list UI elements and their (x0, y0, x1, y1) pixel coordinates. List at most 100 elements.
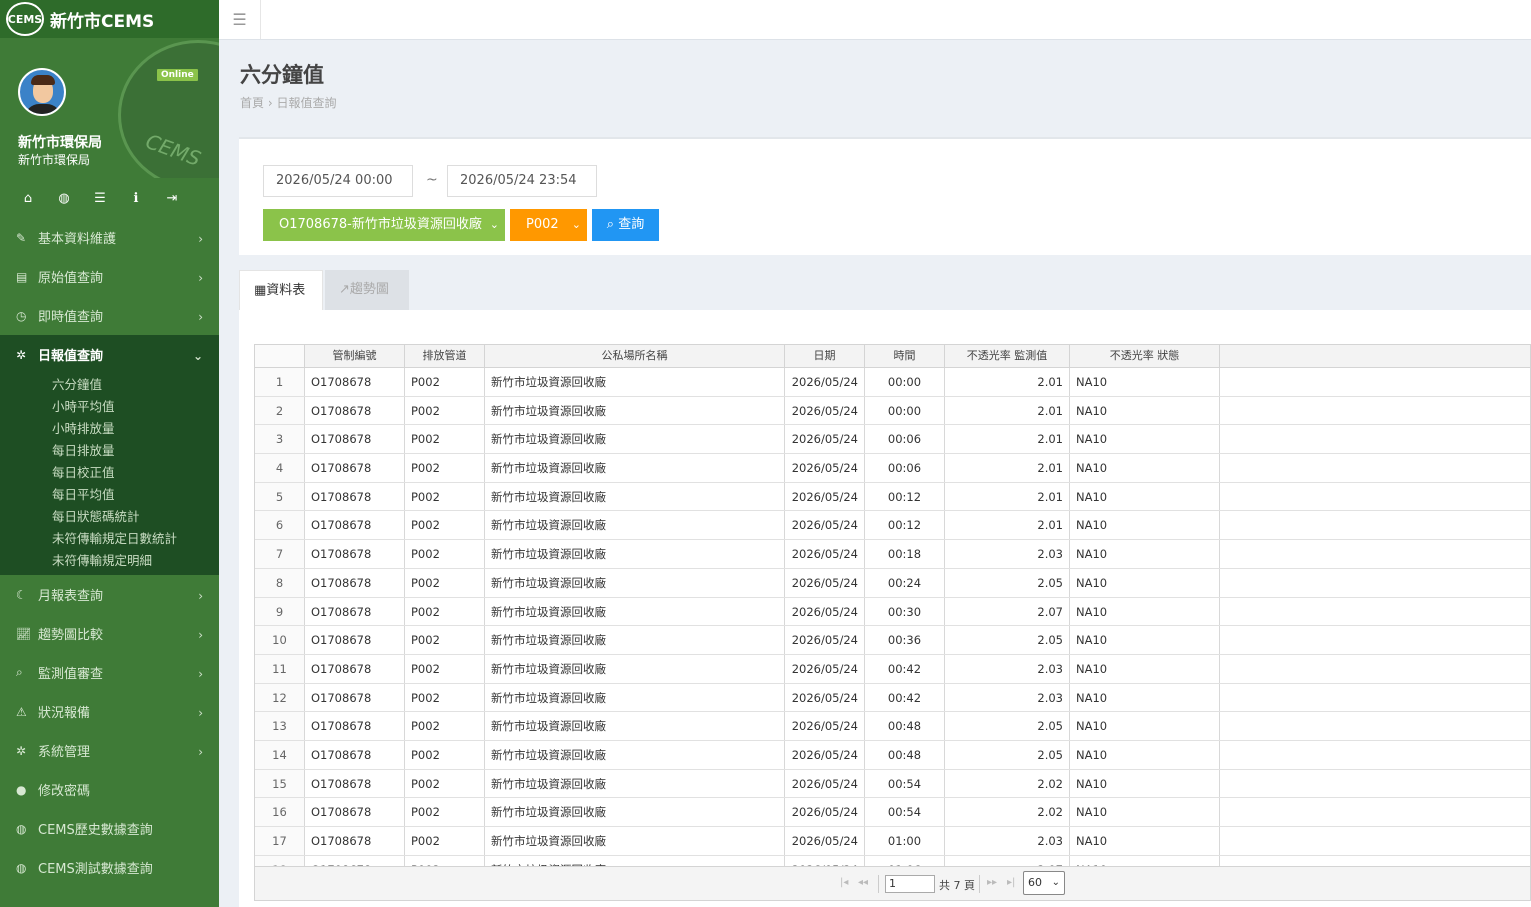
list-icon[interactable]: ☰ (82, 191, 118, 206)
first-page-icon[interactable]: |◂ (840, 877, 848, 888)
cell-opacity-status: NA10 (1070, 798, 1220, 826)
next-page-icon[interactable]: ▸▸ (987, 877, 997, 888)
start-datetime-input[interactable]: 2026/05/24 00:00 (263, 165, 413, 197)
table-row[interactable]: 13 O1708678 P002 新竹市垃圾資源回收廠 2026/05/24 00:48 2… (255, 712, 1530, 741)
cell-time: 00:54 (865, 769, 945, 798)
pipe-select[interactable]: P002 ⌄ (510, 209, 587, 241)
app-title: 新竹市CEMS (50, 11, 155, 32)
table-row[interactable]: 14 O1708678 P002 新竹市垃圾資源回收廠 2026/05/24 00:48 2… (255, 740, 1530, 770)
table-row[interactable]: 17 O1708678 P002 新竹市垃圾資源回收廠 2026/05/24 01:00 2… (255, 827, 1530, 856)
online-badge: Online (157, 69, 198, 81)
chevron-right-icon: › (198, 232, 203, 246)
chevron-down-icon: ⌄ (1051, 877, 1060, 888)
table-row[interactable]: 1 O1708678 P002 新竹市垃圾資源回收廠 2026/05/24 00:00 2.… (255, 368, 1530, 397)
table-row[interactable]: 7 O1708678 P002 新竹市垃圾資源回收廠 2026/05/24 00:18 2.… (255, 540, 1530, 569)
sidebar: CEMS 新竹市CEMS CEMS Online 新竹市環保局 新竹市環保局 ⌂… (0, 0, 219, 907)
tab-trend-chart[interactable]: ↗趨勢圖 (325, 270, 409, 310)
table-row[interactable]: 9 O1708678 P002 新竹市垃圾資源回收廠 2026/05/24 00:30 2.… (255, 597, 1530, 627)
logout-icon[interactable]: ⇥ (154, 191, 190, 206)
breadcrumb-home[interactable]: 首頁 (240, 96, 264, 110)
last-page-icon[interactable]: ▸| (1007, 877, 1015, 888)
sidebar-item-value-review[interactable]: ⌕ 監測值審查 › (0, 653, 219, 692)
table-row[interactable]: 3 O1708678 P002 新竹市垃圾資源回收廠 2026/05/24 00:06 2.… (255, 425, 1530, 455)
query-button[interactable]: ⌕ 查詢 (592, 209, 659, 241)
home-icon[interactable]: ⌂ (10, 191, 46, 206)
prev-page-icon[interactable]: ◂◂ (858, 877, 868, 888)
sidebar-item-cems-test[interactable]: ◍ CEMS測試數據查詢 (0, 848, 219, 887)
table-row[interactable]: 15 O1708678 P002 新竹市垃圾資源回收廠 2026/05/24 00:54 2… (255, 769, 1530, 799)
brand[interactable]: CEMS 新竹市CEMS (0, 0, 219, 38)
column-header-facility[interactable]: 公私場所名稱 (485, 345, 785, 367)
submenu-item-six-minute[interactable]: 六分鐘值 (52, 374, 219, 396)
column-header-time[interactable]: 時間 (865, 345, 945, 367)
cell-control-id: O1708678 (305, 425, 405, 454)
warning-icon: ⚠ (16, 704, 27, 719)
column-header-opacity-value[interactable]: 不透光率 監測值 (945, 345, 1070, 367)
factory-select-value: O1708678-新竹市垃圾資源回收廠 (279, 217, 482, 232)
table-row[interactable]: 8 O1708678 P002 新竹市垃圾資源回收廠 2026/05/24 00:24 2.… (255, 568, 1530, 598)
row-index: 2 (255, 396, 305, 425)
cell-pipe: P002 (405, 626, 485, 654)
sidebar-item-cems-history[interactable]: ◍ CEMS歷史數據查詢 (0, 809, 219, 848)
sidebar-item-monthly-report[interactable]: ☾ 月報表查詢 › (0, 575, 219, 614)
cell-control-id: O1708678 (305, 740, 405, 769)
table-row[interactable]: 10 O1708678 P002 新竹市垃圾資源回收廠 2026/05/24 00:36 2… (255, 626, 1530, 655)
cell-pipe: P002 (405, 827, 485, 855)
submenu-item-hourly-average[interactable]: 小時平均值 (52, 396, 219, 418)
globe-icon[interactable]: ◍ (46, 191, 82, 206)
cell-control-id: O1708678 (305, 511, 405, 540)
submenu-item-status-code-stats[interactable]: 每日狀態碼統計 (52, 506, 219, 528)
submenu-item-noncompliance-days[interactable]: 未符傳輸規定日數統計 (52, 528, 219, 550)
table-row[interactable]: 5 O1708678 P002 新竹市垃圾資源回收廠 2026/05/24 00:12 2.… (255, 482, 1530, 512)
sidebar-item-raw-query[interactable]: ▤ 原始值查詢 › (0, 257, 219, 296)
sidebar-item-system-admin[interactable]: ✲ 系統管理 › (0, 731, 219, 770)
chevron-right-icon: › (198, 271, 203, 285)
sidebar-item-trend-compare[interactable]: 📈︎ 趨勢圖比較 › (0, 614, 219, 653)
menu-toggle-icon[interactable]: ☰ (219, 0, 261, 39)
page-size-select[interactable]: 60 ⌄ (1023, 871, 1065, 895)
table-row[interactable]: 6 O1708678 P002 新竹市垃圾資源回收廠 2026/05/24 00:12 2.… (255, 511, 1530, 541)
cell-opacity-status: NA10 (1070, 683, 1220, 712)
sidebar-item-status-report[interactable]: ⚠ 狀況報備 › (0, 692, 219, 731)
submenu-item-daily-calibration[interactable]: 每日校正值 (52, 462, 219, 484)
end-datetime-input[interactable]: 2026/05/24 23:54 (447, 165, 597, 197)
column-header-date[interactable]: 日期 (785, 345, 865, 367)
submenu-item-daily-average[interactable]: 每日平均值 (52, 484, 219, 506)
sidebar-item-realtime-query[interactable]: ◷ 即時值查詢 › (0, 296, 219, 335)
chevron-right-icon: › (198, 310, 203, 324)
column-header-opacity-status[interactable]: 不透光率 狀態 (1070, 345, 1220, 367)
sidebar-item-change-password[interactable]: ● 修改密碼 (0, 770, 219, 809)
page-title: 六分鐘值 (240, 63, 324, 87)
table-row[interactable]: 12 O1708678 P002 新竹市垃圾資源回收廠 2026/05/24 00:42 2… (255, 683, 1530, 713)
page-number-input[interactable]: 1 (885, 875, 935, 893)
table-row[interactable]: 2 O1708678 P002 新竹市垃圾資源回收廠 2026/05/24 00:00 2.… (255, 396, 1530, 426)
column-header-pipe[interactable]: 排放管道 (405, 345, 485, 367)
info-icon[interactable]: ℹ (118, 191, 154, 206)
sidebar-item-basic-data[interactable]: ✎ 基本資料維護 › (0, 218, 219, 257)
edit-icon: ✎ (16, 230, 27, 245)
factory-select[interactable]: O1708678-新竹市垃圾資源回收廠 ⌄ (263, 209, 505, 241)
submenu-item-daily-emission[interactable]: 每日排放量 (52, 440, 219, 462)
sidebar-item-daily-report[interactable]: ✲ 日報值查詢 ⌄ (0, 335, 219, 374)
cell-opacity-status: NA10 (1070, 654, 1220, 683)
table-row[interactable]: 4 O1708678 P002 新竹市垃圾資源回收廠 2026/05/24 00:06 2.… (255, 454, 1530, 483)
cell-opacity-status: NA10 (1070, 769, 1220, 798)
cell-time: 00:00 (865, 368, 945, 396)
table-row[interactable]: 16 O1708678 P002 新竹市垃圾資源回收廠 2026/05/24 00:54 2… (255, 798, 1530, 827)
table-row[interactable]: 11 O1708678 P002 新竹市垃圾資源回收廠 2026/05/24 00:42 2… (255, 654, 1530, 684)
line-chart-icon: ↗ (339, 282, 350, 297)
submenu-item-hourly-emission[interactable]: 小時排放量 (52, 418, 219, 440)
query-button-label: 查詢 (618, 217, 645, 232)
cell-opacity-status: NA10 (1070, 396, 1220, 425)
column-header-control-id[interactable]: 管制編號 (305, 345, 405, 367)
chevron-down-icon: ⌄ (489, 218, 499, 231)
submenu-item-noncompliance-detail[interactable]: 未符傳輸規定明細 (52, 550, 219, 572)
chevron-right-icon: › (198, 706, 203, 720)
cell-time: 00:36 (865, 626, 945, 654)
cell-time: 00:48 (865, 740, 945, 769)
user-panel: CEMS Online 新竹市環保局 新竹市環保局 (0, 38, 219, 178)
cell-facility: 新竹市垃圾資源回收廠 (485, 597, 785, 626)
tab-data-table[interactable]: ▦資料表 (239, 270, 323, 310)
cell-opacity-value: 2.05 (945, 740, 1070, 769)
cell-control-id: O1708678 (305, 798, 405, 826)
